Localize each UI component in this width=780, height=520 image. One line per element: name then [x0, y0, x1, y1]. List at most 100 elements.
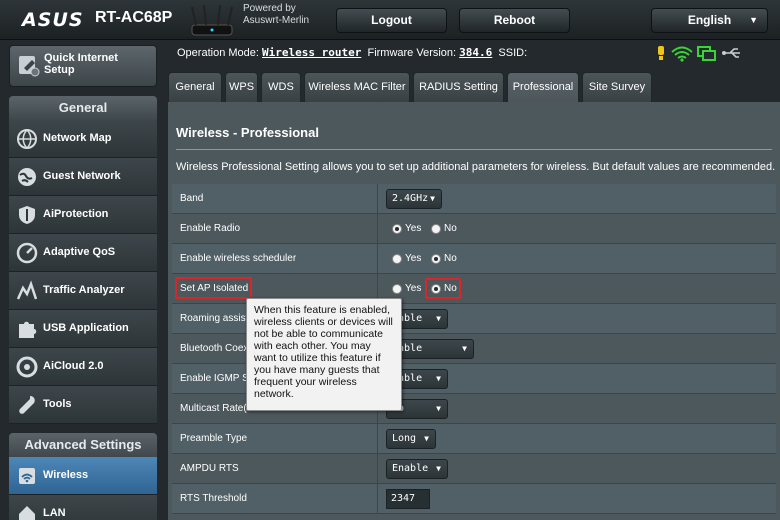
setting-label: Enable wireless scheduler: [172, 244, 378, 274]
firmware-label: Firmware Version:: [367, 47, 457, 59]
firmware-link[interactable]: 384.6: [459, 46, 492, 59]
light-bulb-icon[interactable]: [658, 46, 664, 60]
language-value: English: [687, 13, 732, 27]
chevron-down-icon: ▼: [436, 374, 441, 383]
sidebar-item-label: AiCloud 2.0: [43, 360, 104, 372]
sidebar-item-network-map[interactable]: Network Map: [9, 120, 157, 158]
sidebar-item-lan[interactable]: LAN: [9, 495, 157, 520]
tab-general[interactable]: General: [168, 72, 222, 102]
sidebar-item-adaptive-qos[interactable]: Adaptive QoS: [9, 234, 157, 272]
tab-wps[interactable]: WPS: [225, 72, 258, 102]
quick-setup-label: Quick Internet Setup: [44, 52, 118, 76]
chevron-down-icon: ▼: [749, 15, 758, 25]
rts-threshold-input[interactable]: 2347: [386, 489, 430, 509]
language-select[interactable]: English ▼: [651, 8, 768, 33]
page-title: Wireless - Professional: [176, 125, 319, 140]
gauge-icon: [16, 242, 38, 264]
title-divider: [176, 149, 772, 150]
quick-setup-line2: Setup: [44, 64, 75, 76]
sidebar-item-wireless[interactable]: Wireless: [9, 457, 157, 495]
usb-icon[interactable]: [722, 48, 740, 58]
chevron-down-icon: ▼: [436, 314, 441, 323]
highlight-box: [425, 278, 461, 299]
sidebar-item-label: Guest Network: [43, 170, 121, 182]
wrench-icon: [19, 396, 35, 414]
tab-site-survey[interactable]: Site Survey: [582, 72, 652, 102]
sidebar-item-label: Traffic Analyzer: [43, 284, 125, 296]
sidebar-item-label: Tools: [43, 398, 72, 410]
radio-label: Yes: [405, 223, 422, 234]
puzzle-icon: [19, 321, 37, 338]
radio-label: Yes: [405, 283, 422, 294]
sidebar-item-label: USB Application: [43, 322, 129, 334]
radio-label: No: [444, 223, 457, 234]
sidebar-item-label: AiProtection: [43, 208, 109, 220]
table-row: AMPDU RTS Enable ▼: [172, 454, 776, 484]
advanced-settings-menu: Advanced Settings Wireless LAN: [9, 433, 157, 520]
globe-icon: [18, 168, 36, 186]
ssid-label: SSID:: [498, 47, 528, 59]
sidebar-item-label: Network Map: [43, 132, 112, 144]
sidebar-item-traffic-analyzer[interactable]: Traffic Analyzer: [9, 272, 157, 310]
cloud-icon: [16, 356, 38, 378]
powered-by-line2: Asuswrt-Merlin: [243, 15, 310, 26]
shield-icon: [19, 206, 35, 224]
op-mode-link[interactable]: Wireless router: [262, 46, 361, 59]
setting-label: Enable Radio: [172, 214, 378, 244]
sidebar-item-aiprotection[interactable]: AiProtection: [9, 196, 157, 234]
chevron-down-icon: ▼: [436, 404, 441, 413]
chart-icon: [16, 280, 38, 300]
table-row: Band 2.4GHz ▼: [172, 184, 776, 214]
tab-wireless-mac-filter[interactable]: Wireless MAC Filter: [304, 72, 410, 102]
help-tooltip: When this feature is enabled, wireless c…: [246, 298, 402, 411]
asus-logo[interactable]: ASUS: [22, 9, 84, 31]
table-row: RTS Threshold 2347: [172, 484, 776, 514]
enable-radio-no-radio[interactable]: [431, 224, 441, 234]
chevron-down-icon: ▼: [430, 194, 435, 203]
network-map-icon: [17, 129, 37, 149]
reboot-button[interactable]: Reboot: [459, 8, 570, 33]
table-row: Preamble Type Long ▼: [172, 424, 776, 454]
table-row: Enable wireless scheduler Yes No: [172, 244, 776, 274]
sidebar-item-tools[interactable]: Tools: [9, 386, 157, 424]
sidebar-item-guest-network[interactable]: Guest Network: [9, 158, 157, 196]
sidebar-item-usb-application[interactable]: USB Application: [9, 310, 157, 348]
advanced-settings-header: Advanced Settings: [9, 433, 157, 457]
general-menu: General Network Map Guest Network AiProt…: [9, 96, 157, 424]
scheduler-yes-radio[interactable]: [392, 254, 402, 264]
logout-button[interactable]: Logout: [336, 8, 447, 33]
setting-label: Preamble Type: [172, 424, 378, 454]
op-mode-label: Operation Mode:: [177, 47, 259, 59]
enable-radio-yes-radio[interactable]: [392, 224, 402, 234]
radio-label: No: [444, 253, 457, 264]
sidebar-item-aicloud[interactable]: AiCloud 2.0: [9, 348, 157, 386]
ampdu-rts-select[interactable]: Enable ▼: [386, 459, 448, 479]
sidebar-item-label: Adaptive QoS: [43, 246, 116, 258]
sidebar-item-label: LAN: [43, 507, 66, 519]
quick-setup-icon: [19, 56, 40, 77]
chevron-down-icon: ▼: [424, 434, 429, 443]
select-value: 2.4GHz: [392, 193, 429, 204]
page-description: Wireless Professional Setting allows you…: [176, 161, 776, 173]
chevron-down-icon: ▼: [436, 464, 441, 473]
tab-radius-setting[interactable]: RADIUS Setting: [413, 72, 504, 102]
tab-wds[interactable]: WDS: [261, 72, 301, 102]
wifi-status-icon[interactable]: [671, 46, 693, 62]
highlight-box: [175, 277, 252, 299]
router-icon: [191, 4, 233, 36]
table-row: Enable Radio Yes No: [172, 214, 776, 244]
tab-professional[interactable]: Professional: [507, 72, 579, 102]
band-select[interactable]: 2.4GHz ▼: [386, 189, 442, 209]
network-clients-icon[interactable]: [697, 46, 716, 61]
home-icon: [19, 506, 35, 520]
general-menu-header: General: [9, 96, 157, 120]
quick-setup-line1: Quick Internet: [44, 52, 118, 64]
quick-internet-setup-button[interactable]: Quick Internet Setup: [9, 45, 157, 87]
chevron-down-icon: ▼: [462, 344, 467, 353]
scheduler-no-radio[interactable]: [431, 254, 441, 264]
preamble-type-select[interactable]: Long ▼: [386, 429, 436, 449]
powered-by-line1: Powered by: [243, 3, 296, 14]
sidebar-item-label: Wireless: [43, 469, 89, 481]
setting-label: Band: [172, 184, 378, 214]
ap-isolated-yes-radio[interactable]: [392, 284, 402, 294]
